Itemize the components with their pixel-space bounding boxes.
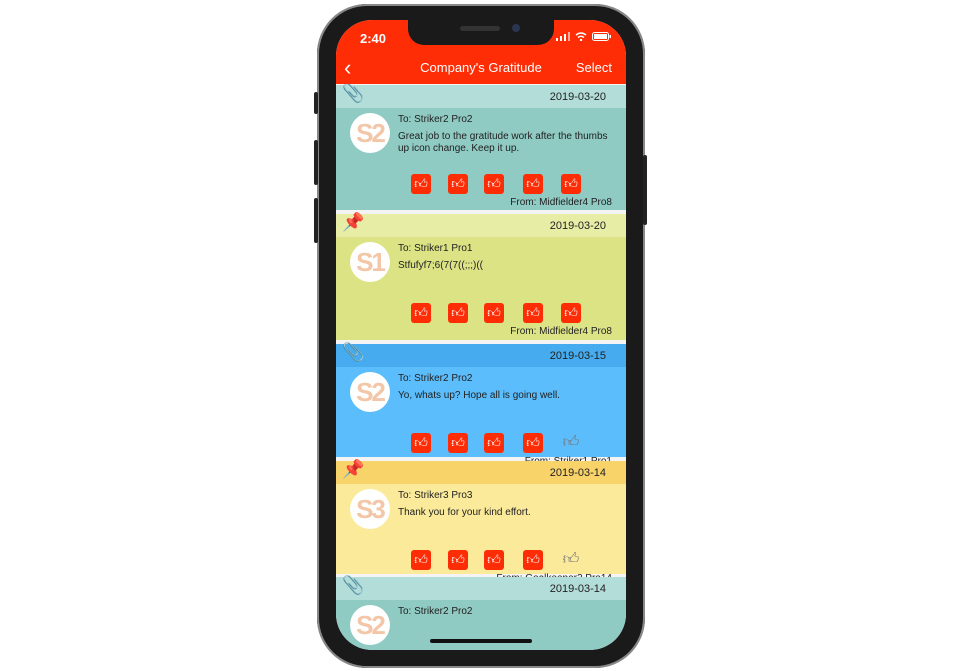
card-date: 2019-03-14: [549, 583, 606, 595]
card-header: 📌 2019-03-14: [336, 459, 626, 484]
status-time: 2:40: [360, 31, 387, 46]
thumbs-up-filled-icon[interactable]: 👍︎: [523, 550, 543, 570]
gratitude-card[interactable]: 📌 2019-03-14 S3 To: Striker3 Pro3 Thank …: [336, 459, 626, 584]
thumbs-up-filled-icon[interactable]: 👍︎: [411, 174, 431, 194]
card-date: 2019-03-14: [549, 467, 606, 479]
thumbs-up-filled-icon[interactable]: 👍︎: [561, 174, 581, 194]
thumbs-up-filled-icon[interactable]: 👍︎: [411, 550, 431, 570]
avatar: S2: [350, 113, 390, 153]
avatar: S2: [350, 605, 390, 645]
thumbs-up-filled-icon[interactable]: 👍︎: [411, 303, 431, 323]
thumbs-up-empty-icon[interactable]: 👍︎: [561, 550, 581, 570]
volume-up-button: [314, 140, 318, 185]
battery-icon: [592, 32, 611, 41]
status-icons: [556, 32, 612, 41]
thumbs-up-filled-icon[interactable]: 👍︎: [411, 433, 431, 453]
sender: From: Midfielder4 Pro8: [510, 326, 612, 337]
thumbs-up-filled-icon[interactable]: 👍︎: [484, 174, 504, 194]
card-body: S1 To: Striker1 Pro1 Stfufyf7;6(7(7((;;;…: [336, 237, 626, 340]
thumbs-up-filled-icon[interactable]: 👍︎: [484, 433, 504, 453]
card-date: 2019-03-20: [549, 91, 606, 103]
gratitude-card[interactable]: 📌 2019-03-20 S1 To: Striker1 Pro1 Stfufy…: [336, 212, 626, 340]
thumbs-up-filled-icon[interactable]: 👍︎: [523, 174, 543, 194]
message: Thank you for your kind effort.: [398, 507, 531, 518]
nav-bar: 2:40 ‹ Company's Gratitude Select: [336, 20, 626, 84]
card-header: 📎 2019-03-14: [336, 575, 626, 600]
thumbs-up-filled-icon[interactable]: 👍︎: [484, 550, 504, 570]
message: Stfufyf7;6(7(7((;;;)((: [398, 260, 484, 271]
thumbs-up-empty-icon[interactable]: 👍︎: [561, 433, 581, 453]
card-date: 2019-03-20: [549, 220, 606, 232]
thumbs-up-filled-icon[interactable]: 👍︎: [523, 303, 543, 323]
card-body: S2 To: Striker2 Pro2 Yo, whats up? Hope …: [336, 367, 626, 467]
card-body: S3 To: Striker3 Pro3 Thank you for your …: [336, 484, 626, 584]
pushpin-icon: 📌: [342, 212, 365, 232]
home-indicator[interactable]: [430, 639, 532, 643]
camera: [512, 24, 520, 32]
thumbs-up-filled-icon[interactable]: 👍︎: [448, 550, 468, 570]
pushpin-icon: 📌: [342, 459, 365, 479]
wifi-icon: [575, 32, 587, 41]
thumbs-up-filled-icon[interactable]: 👍︎: [484, 303, 504, 323]
paperclip-icon: 📎: [342, 342, 365, 362]
avatar: S3: [350, 489, 390, 529]
thumbs-up-filled-icon[interactable]: 👍︎: [561, 303, 581, 323]
message: Yo, whats up? Hope all is going well.: [398, 390, 560, 401]
recipient: To: Striker1 Pro1: [398, 243, 473, 254]
gratitude-card[interactable]: 📎 2019-03-15 S2 To: Striker2 Pro2 Yo, wh…: [336, 342, 626, 467]
thumbs-up-filled-icon[interactable]: 👍︎: [448, 174, 468, 194]
card-header: 📎 2019-03-20: [336, 83, 626, 108]
speaker: [460, 26, 500, 31]
recipient: To: Striker2 Pro2: [398, 373, 473, 384]
volume-down-button: [314, 198, 318, 243]
thumbs-up-filled-icon[interactable]: 👍︎: [523, 433, 543, 453]
avatar: S2: [350, 372, 390, 412]
card-header: 📎 2019-03-15: [336, 342, 626, 367]
select-button[interactable]: Select: [576, 60, 612, 75]
power-button: [643, 155, 647, 225]
mute-switch: [314, 92, 318, 114]
gratitude-card[interactable]: 📎 2019-03-20 S2 To: Striker2 Pro2 Great …: [336, 83, 626, 210]
paperclip-icon: 📎: [342, 575, 365, 595]
thumbs-up-filled-icon[interactable]: 👍︎: [448, 433, 468, 453]
thumbs-up-filled-icon[interactable]: 👍︎: [448, 303, 468, 323]
paperclip-icon: 📎: [342, 83, 365, 103]
recipient: To: Striker3 Pro3: [398, 490, 473, 501]
card-date: 2019-03-15: [549, 350, 606, 362]
recipient: To: Striker2 Pro2: [398, 114, 473, 125]
message: Great job to the gratitude work after th…: [398, 131, 608, 154]
card-body: S2 To: Striker2 Pro2 Great job to the gr…: [336, 108, 626, 210]
sender: From: Midfielder4 Pro8: [510, 197, 612, 208]
avatar: S1: [350, 242, 390, 282]
card-header: 📌 2019-03-20: [336, 212, 626, 237]
signal-icon: [556, 32, 570, 41]
notch: [408, 20, 554, 45]
screen: 📎 2019-03-20 S2 To: Striker2 Pro2 Great …: [336, 20, 626, 650]
recipient: To: Striker2 Pro2: [398, 606, 473, 617]
